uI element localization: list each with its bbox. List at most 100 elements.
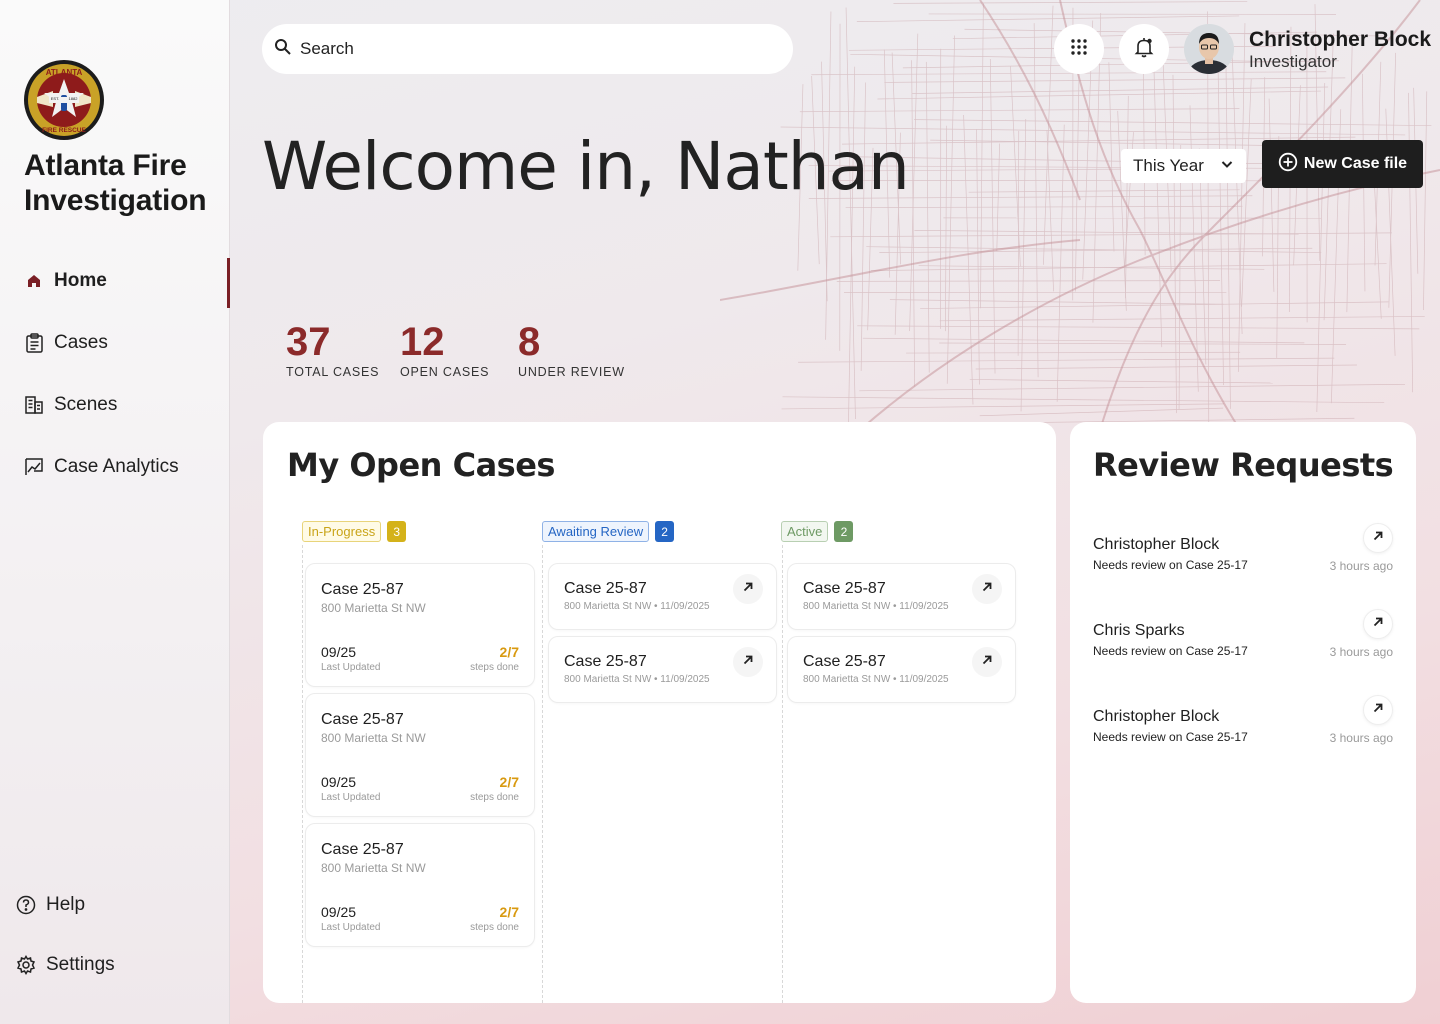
- open-review-button[interactable]: [1363, 609, 1393, 639]
- open-case-button[interactable]: [972, 574, 1002, 604]
- review-request-item[interactable]: Chris Sparks Needs review on Case 25-17 …: [1093, 609, 1393, 669]
- help-icon: [16, 895, 36, 915]
- review-request-subtitle: Needs review on Case 25-17: [1093, 644, 1248, 658]
- bell-icon: [1134, 36, 1154, 63]
- case-steps: 2/7: [499, 904, 519, 920]
- case-card[interactable]: Case 25-87 800 Marietta St NW • 11/09/20…: [787, 563, 1016, 630]
- arrow-up-right-icon: [981, 580, 993, 598]
- status-badge-count: 3: [387, 521, 407, 542]
- stat-value: 37: [286, 320, 331, 364]
- review-request-time: 3 hours ago: [1329, 731, 1393, 745]
- case-card[interactable]: Case 25-87 800 Marietta St NW • 11/09/20…: [787, 636, 1016, 703]
- chevron-down-icon: [1220, 156, 1234, 176]
- arrow-up-right-icon: [742, 580, 754, 598]
- arrow-up-right-icon: [742, 653, 754, 671]
- arrow-up-right-icon: [1372, 615, 1384, 633]
- review-request-subtitle: Needs review on Case 25-17: [1093, 558, 1248, 572]
- sidebar-item-case-analytics[interactable]: Case Analytics: [24, 456, 179, 478]
- case-steps-label: steps done: [470, 792, 519, 803]
- sidebar-item-label: Help: [46, 894, 86, 915]
- case-steps-label: steps done: [470, 662, 519, 673]
- svg-text:ATLANTA: ATLANTA: [46, 68, 83, 77]
- case-last-updated: 09/25: [321, 774, 357, 790]
- review-request-time: 3 hours ago: [1329, 645, 1393, 659]
- svg-text:EST.: EST.: [51, 96, 59, 101]
- stat-label: OPEN CASES: [400, 365, 490, 379]
- home-icon: [24, 271, 44, 291]
- stat-open-cases: 12 OPEN CASES: [400, 320, 489, 379]
- case-last-updated-label: Last Updated: [321, 922, 381, 933]
- review-request-name: Christopher Block: [1093, 708, 1220, 725]
- sidebar-item-label: Home: [54, 270, 107, 291]
- active-nav-indicator: [227, 258, 230, 308]
- search-bar[interactable]: [262, 24, 793, 74]
- avatar[interactable]: [1184, 24, 1234, 74]
- arrow-up-right-icon: [1372, 701, 1384, 719]
- review-requests-title: Review Requests: [1093, 446, 1394, 484]
- sidebar-item-label: Settings: [46, 954, 115, 975]
- case-meta: 800 Marietta St NW • 11/09/2025: [564, 674, 710, 685]
- status-badge-awaiting-review: Awaiting Review 2: [542, 520, 675, 543]
- case-card[interactable]: Case 25-87 800 Marietta St NW • 11/09/20…: [548, 563, 777, 630]
- case-steps-label: steps done: [470, 922, 519, 933]
- gear-icon: [16, 955, 36, 975]
- open-case-button[interactable]: [733, 647, 763, 677]
- brand-title-line2: Investigation: [24, 184, 207, 217]
- year-filter-select[interactable]: This Year: [1121, 149, 1246, 183]
- open-case-button[interactable]: [972, 647, 1002, 677]
- status-badge-label: In-Progress: [302, 521, 382, 542]
- stat-label: UNDER REVIEW: [518, 365, 625, 379]
- case-card[interactable]: Case 25-87 800 Marietta St NW 09/25 Last…: [305, 563, 535, 687]
- review-request-item[interactable]: Christopher Block Needs review on Case 2…: [1093, 695, 1393, 755]
- search-input[interactable]: [300, 39, 760, 59]
- my-open-cases-title: My Open Cases: [287, 446, 555, 484]
- case-card[interactable]: Case 25-87 800 Marietta St NW 09/25 Last…: [305, 693, 535, 817]
- status-badge-in-progress: In-Progress 3: [302, 520, 407, 543]
- status-badge-active: Active 2: [781, 520, 854, 543]
- clipboard-icon: [24, 333, 44, 353]
- year-filter-value: This Year: [1133, 156, 1204, 175]
- brand-title: Atlanta Fire Investigation: [24, 148, 207, 218]
- new-case-file-button[interactable]: New Case file: [1262, 140, 1423, 188]
- open-case-button[interactable]: [733, 574, 763, 604]
- case-title: Case 25-87: [564, 580, 647, 597]
- stat-value: 12: [400, 320, 445, 364]
- case-title: Case 25-87: [321, 711, 404, 728]
- grid-icon: [1070, 38, 1088, 61]
- sidebar-item-home[interactable]: Home: [24, 270, 107, 292]
- arrow-up-right-icon: [981, 653, 993, 671]
- arrow-up-right-icon: [1372, 529, 1384, 547]
- page-title: Welcome in, Nathan: [262, 128, 910, 205]
- open-review-button[interactable]: [1363, 523, 1393, 553]
- notifications-button[interactable]: [1119, 24, 1169, 74]
- sidebar-item-cases[interactable]: Cases: [24, 332, 108, 354]
- building-icon: [24, 395, 44, 415]
- case-meta: 800 Marietta St NW • 11/09/2025: [564, 601, 710, 612]
- case-address: 800 Marietta St NW: [321, 861, 426, 875]
- review-request-item[interactable]: Christopher Block Needs review on Case 2…: [1093, 523, 1393, 583]
- column-divider: [302, 545, 303, 1003]
- review-request-name: Chris Sparks: [1093, 622, 1185, 639]
- svg-text:FIRE RESCUE: FIRE RESCUE: [42, 127, 86, 134]
- plus-circle-icon: [1278, 152, 1298, 177]
- case-last-updated-label: Last Updated: [321, 792, 381, 803]
- stat-label: TOTAL CASES: [286, 365, 380, 379]
- case-meta: 800 Marietta St NW • 11/09/2025: [803, 674, 949, 685]
- sidebar-item-settings[interactable]: Settings: [16, 954, 115, 976]
- sidebar-item-help[interactable]: Help: [16, 894, 85, 916]
- column-divider: [782, 545, 783, 1003]
- sidebar-item-scenes[interactable]: Scenes: [24, 394, 117, 416]
- user-name: Christopher Block: [1249, 28, 1432, 51]
- atlanta-fire-rescue-logo: ATLANTA FIRE RESCUE EST. 1882: [23, 59, 105, 141]
- case-card[interactable]: Case 25-87 800 Marietta St NW 09/25 Last…: [305, 823, 535, 947]
- review-request-subtitle: Needs review on Case 25-17: [1093, 730, 1248, 744]
- case-address: 800 Marietta St NW: [321, 601, 426, 615]
- review-request-time: 3 hours ago: [1329, 559, 1393, 573]
- stat-total-cases: 37 TOTAL CASES: [286, 320, 379, 379]
- case-last-updated-label: Last Updated: [321, 662, 381, 673]
- apps-grid-button[interactable]: [1054, 24, 1104, 74]
- sidebar-item-label: Cases: [54, 332, 108, 353]
- open-review-button[interactable]: [1363, 695, 1393, 725]
- case-card[interactable]: Case 25-87 800 Marietta St NW • 11/09/20…: [548, 636, 777, 703]
- review-request-name: Christopher Block: [1093, 536, 1220, 553]
